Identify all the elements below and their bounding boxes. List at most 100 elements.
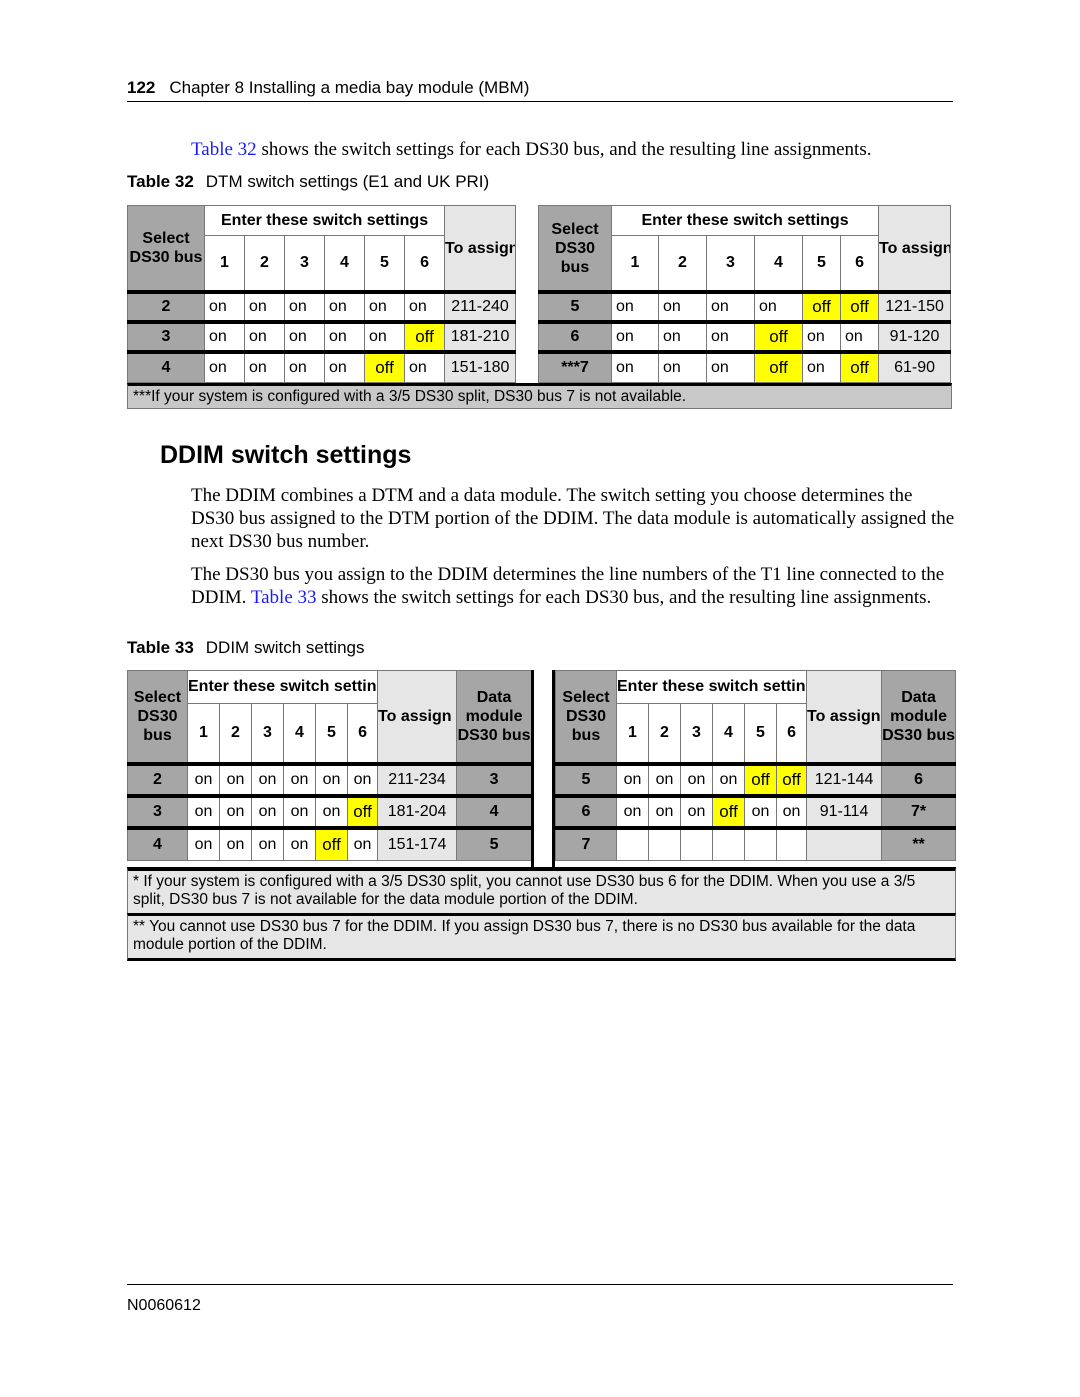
table-row: 4 on on on on off on 151-174 5 [127,826,533,861]
table32-footnote: ***If your system is configured with a 3… [127,383,952,409]
running-header: 122 Chapter 8 Installing a media bay modu… [127,78,529,98]
header-select-bus: Select DS30 bus [127,670,188,765]
table32-left: Select DS30 bus Enter these switch settin… [127,204,517,383]
switch-5-cell: on [802,350,841,383]
switch-number-header: 3 [706,235,755,293]
switch-number-header: 2 [244,235,285,293]
switch-4-cell [712,826,745,861]
caption-text: DTM switch settings (E1 and UK PRI) [205,172,490,191]
switch-2-cell: on [219,794,252,829]
switch-number-header: 4 [712,702,745,765]
table33-link[interactable]: Table 33 [251,587,317,608]
header-rule [127,101,953,102]
switch-3-cell: on [706,290,755,323]
table33-footnote-2: ** You cannot use DS30 bus 7 for the DDI… [127,913,956,961]
switch-number-header: 1 [204,235,245,293]
lines-cell: 91-114 [806,794,883,829]
header-lines: To assign these lines [878,205,952,293]
switch-2-cell: on [244,290,285,323]
switch-6-cell: off [346,794,379,829]
lines-cell: 181-210 [444,320,517,353]
caption-number: Table 33 [127,638,194,657]
switch-5-cell: on [802,320,841,353]
table33-left: Select DS30 bus Enter these switch settin… [127,670,533,861]
switch-5-cell: off [315,826,348,861]
switch-number-header: 2 [648,702,681,765]
bus-cell: 5 [555,762,617,797]
caption-number: Table 32 [127,172,194,191]
lines-cell: 121-144 [806,762,883,797]
bus-cell: 7 [555,826,617,861]
data-bus-cell: 3 [456,762,533,797]
switch-number-header: 1 [611,235,659,293]
header-data-module: Data module DS30 bus [456,670,533,765]
switch-4-cell: off [754,320,803,353]
switch-number-header: 5 [364,235,405,293]
switch-4-cell: on [283,762,316,797]
switch-3-cell: on [284,350,325,383]
switch-1-cell: on [611,350,659,383]
intro-paragraph: Table 32 shows the switch settings for e… [191,138,871,161]
switch-2-cell: on [219,826,252,861]
bus-cell: 3 [127,794,188,829]
switch-number-header: 6 [403,235,446,293]
data-bus-cell: ** [881,826,957,861]
table33-right: Select DS30 bus Enter these switch settin… [555,670,957,861]
lines-cell: 151-180 [444,350,517,383]
switch-2-cell [648,826,681,861]
header-switch-settings: Enter these switch settings [186,670,379,704]
switch-number-header: 2 [219,702,252,765]
table-row: 2 on on on on on on 211-234 3 [127,762,533,797]
switch-number-header: 3 [251,702,284,765]
switch-6-cell: off [403,320,446,353]
p2-text-end: shows the switch settings for each DS30 … [316,587,932,608]
switch-number-header: 4 [283,702,316,765]
switch-number-header: 4 [324,235,365,293]
caption-text: DDIM switch settings [205,638,365,657]
switch-5-cell: on [315,794,348,829]
header-switch-settings: Enter these switch settings [203,204,446,237]
header-switch-settings: Enter these switch settings [610,204,880,237]
switch-number-header: 1 [187,702,220,765]
switch-4-cell: on [283,826,316,861]
switch-3-cell: on [680,794,713,829]
lines-cell: 181-204 [377,794,458,829]
switch-3-cell: on [284,290,325,323]
switch-number-header: 4 [754,235,803,293]
document-id: N0060612 [127,1297,201,1314]
table-divider [531,670,555,868]
bus-cell: 6 [555,794,617,829]
footer-rule [127,1284,953,1285]
switch-3-cell: on [251,794,284,829]
switch-3-cell: on [706,320,755,353]
header-switch-settings: Enter these switch settings [615,670,808,704]
switch-4-cell: off [754,350,803,383]
data-bus-cell: 6 [881,762,957,797]
switch-number-header: 3 [284,235,325,293]
table-row: 5 on on on on off off 121-144 6 [555,762,957,797]
bus-cell: 4 [127,350,205,383]
bus-cell: 2 [127,290,205,323]
data-bus-cell: 4 [456,794,533,829]
table-row: 5 on on on on off off 121-150 [538,290,952,323]
bus-cell: 3 [127,320,205,353]
switch-number-header: 5 [744,702,777,765]
chapter-title: Chapter 8 Installing a media bay module … [169,78,530,97]
switch-6-cell: on [403,350,446,383]
switch-4-cell: on [324,350,365,383]
switch-6-cell: off [775,762,808,797]
switch-3-cell: on [680,762,713,797]
switch-1-cell: on [611,290,659,323]
switch-5-cell: off [364,350,405,383]
header-lines: To assign these lines [444,205,517,293]
lines-cell: 151-174 [377,826,458,861]
page-number: 122 [127,78,156,97]
switch-1-cell [616,826,649,861]
header-lines: To assign these lines [377,670,458,765]
table32-link[interactable]: Table 32 [191,139,257,160]
switch-1-cell: on [187,826,220,861]
switch-1-cell: on [616,762,649,797]
lines-cell: 211-234 [377,762,458,797]
switch-2-cell: on [658,350,707,383]
switch-4-cell: off [712,794,745,829]
